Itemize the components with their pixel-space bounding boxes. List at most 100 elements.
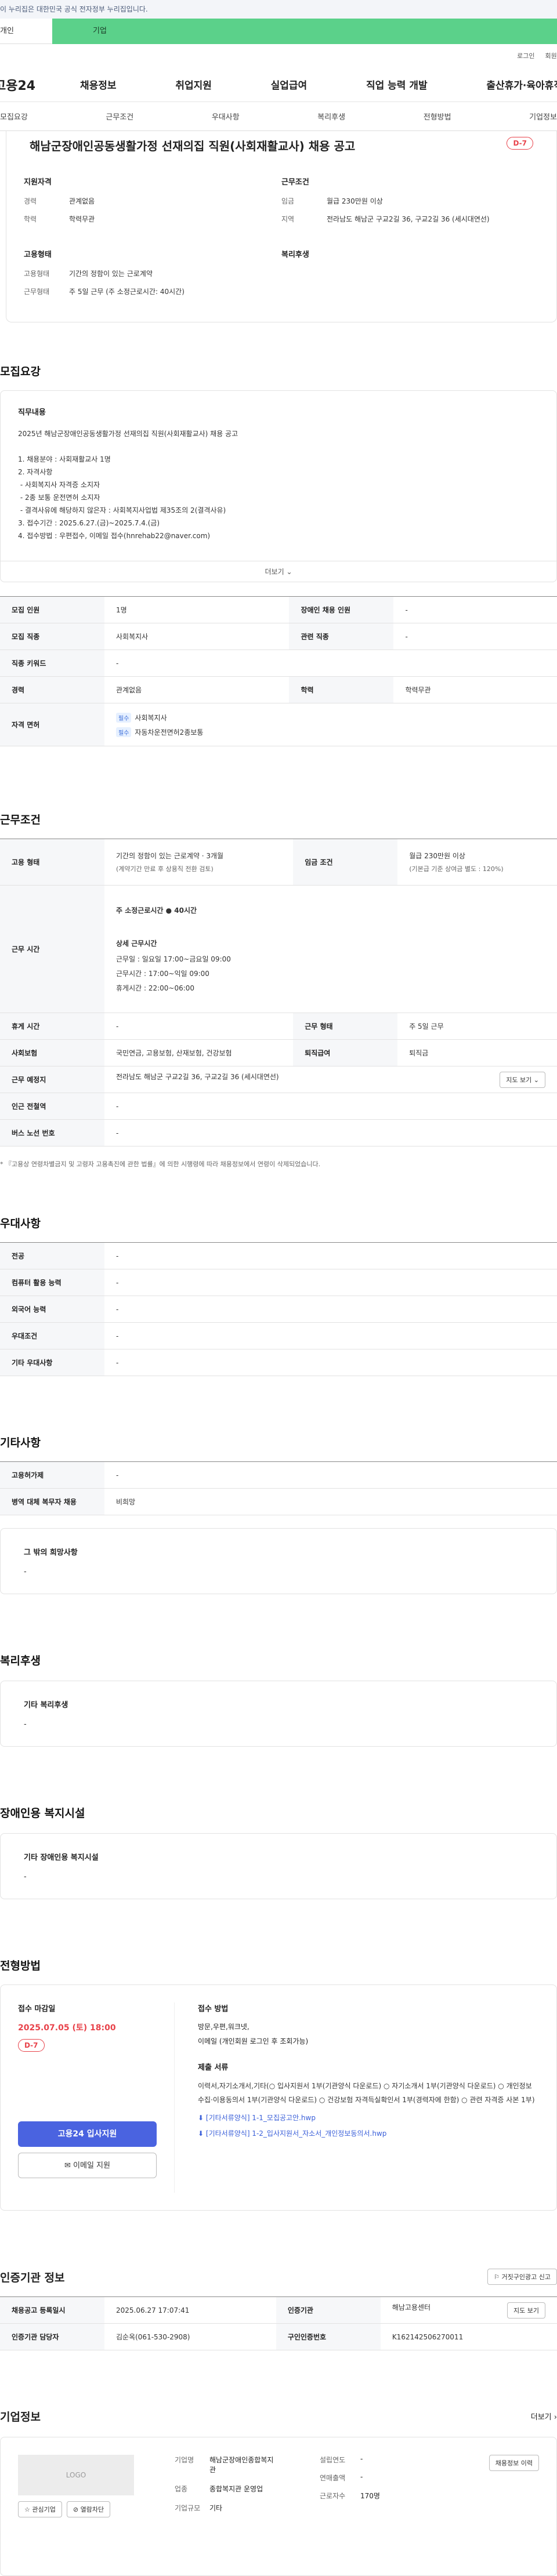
place-cell: 전라남도 해남군 구교2길 36, 구교2길 36 (세시대연선) 지도 보기 ⌄	[104, 1066, 557, 1093]
label: 자격 면허	[0, 703, 104, 746]
table-row: 근무 예정지 전라남도 해남군 구교2길 36, 구교2길 36 (세시대연선) 지…	[0, 1066, 557, 1093]
cert-table: 채용공고 등록일시 2025.06.27 17:07:41 인증기관 해남고용센터 지도…	[0, 2296, 557, 2350]
value: 학력무관	[69, 215, 95, 223]
anchor-company[interactable]: 기업정보	[529, 111, 557, 122]
label: 퇴직급여	[293, 1039, 398, 1066]
value: -	[393, 623, 557, 650]
label: 버스 노선 번호	[0, 1119, 104, 1146]
label: 연매출액	[320, 2474, 346, 2482]
value: -	[104, 1296, 557, 1323]
section-title-etc: 기타사항	[0, 1436, 41, 1449]
anchor-welfare[interactable]: 복리후생	[317, 111, 345, 122]
label: 모집 인원	[0, 596, 104, 623]
cond-heading: 근무조건	[281, 178, 309, 187]
favorite-label: 관심기업	[32, 2506, 56, 2513]
method-value: 방문,우편,워크넷,	[198, 2023, 249, 2031]
anchor-process[interactable]: 전형방법	[424, 111, 451, 122]
favorite-button[interactable]: ☆ 관심기업	[18, 2501, 62, 2517]
value: 국민연금, 고용보험, 산재보험, 건강보험	[104, 1039, 294, 1066]
tab-company[interactable]: 기업	[52, 19, 557, 44]
nav-jobs[interactable]: 채용정보	[80, 77, 117, 92]
label: 근무 형태	[293, 1013, 398, 1040]
value: 퇴직금	[397, 1039, 557, 1066]
table-row: 사회보험 국민연금, 고용보험, 산재보험, 건강보험 퇴직급여 퇴직금	[0, 1039, 557, 1066]
login-link[interactable]: 로그인	[517, 51, 534, 60]
table-row: 고용 형태 기간의 정함이 있는 근로계약 · 3개월 (계약기간 만료 후 상용직…	[0, 839, 557, 886]
value: 주 5일 근무	[397, 1013, 557, 1040]
welfare-heading: 복리후생	[281, 251, 309, 259]
recruit-history-button[interactable]: 채용정보 이력	[489, 2455, 539, 2471]
etc-box-heading: 그 밖의 희망사항	[24, 1548, 78, 1557]
label: 우대조건	[0, 1322, 104, 1349]
chevron-down-icon: ⌄	[286, 568, 292, 576]
company-more-link[interactable]: 더보기 ›	[531, 2411, 557, 2422]
signup-link[interactable]: 회원가입	[545, 51, 557, 60]
required-badge: 필수	[116, 727, 132, 737]
map-button[interactable]: 지도 보기 ⌄	[500, 1071, 545, 1088]
value: -	[104, 650, 557, 677]
label: 근무 예정지	[0, 1066, 104, 1093]
report-fake-button[interactable]: ⚐ 거짓구인광고 신고	[487, 2269, 557, 2285]
value: 관계없음	[69, 197, 95, 205]
block-button[interactable]: ⊘ 열람차단	[66, 2501, 111, 2517]
label: 업종	[175, 2485, 188, 2493]
label: 근무 시간	[0, 885, 104, 1013]
job-desc-text: 2025년 해남군장애인공동생활가정 선재의집 직원(사회재활교사) 채용 공고…	[18, 430, 238, 540]
more-button[interactable]: 더보기 ⌄	[1, 561, 556, 582]
qual-heading: 지원자격	[24, 178, 52, 187]
work-time-cell: 주 소정근로시간 ● 40시간 상세 근무시간 근무일 : 일요일 17:00~…	[104, 885, 557, 1013]
more-label: 더보기	[265, 568, 284, 576]
table-row: 전공 -	[0, 1242, 557, 1269]
file-link[interactable]: ⬇ [기타서류양식] 1-2_입사지원서_자소서_개인정보동의서.hwp	[198, 2128, 539, 2138]
label: 컴퓨터 활용 능력	[0, 1269, 104, 1296]
nav-leave[interactable]: 출산휴가·육아휴직	[486, 77, 557, 92]
value: -	[104, 1269, 557, 1296]
anchor-recruit[interactable]: 모집요강	[0, 111, 28, 122]
anchor-condition[interactable]: 근무조건	[106, 111, 133, 122]
table-row: 경력 관계없음 학력 학력무관	[0, 676, 557, 703]
site-logo[interactable]: 고용24	[0, 75, 58, 94]
file-link[interactable]: ⬇ [기타서류양식] 1-1_모집공고안.hwp	[198, 2113, 539, 2123]
value: 170명	[360, 2492, 380, 2500]
job-desc-heading: 직무내용	[18, 408, 46, 417]
nav-support[interactable]: 취업지원	[175, 77, 212, 92]
label: 직종 키워드	[0, 650, 104, 677]
value: -	[104, 1013, 294, 1040]
email-apply-label: 이메일 지원	[73, 2161, 110, 2170]
label: 기타 우대사항	[0, 1349, 104, 1376]
email-apply-button[interactable]: ✉ 이메일 지원	[18, 2153, 157, 2178]
value: 해남군장애인종합복지관	[209, 2456, 274, 2474]
section-anchors: 모집요강 근무조건 우대사항 복리후생 전형방법 기업정보	[0, 102, 557, 131]
chevron-right-icon: ›	[554, 2413, 557, 2422]
map-button[interactable]: 지도 보기	[507, 2302, 545, 2319]
value: 해남고용센터	[392, 2303, 431, 2312]
value: 기간의 정함이 있는 근로계약	[69, 270, 153, 278]
label: 설립연도	[320, 2456, 346, 2464]
license-name: 사회복지사	[135, 713, 167, 722]
tab-personal[interactable]: 개인	[0, 19, 52, 44]
disabled-box-value: -	[24, 1873, 27, 1881]
value: -	[393, 596, 557, 623]
nav-unemployment[interactable]: 실업급여	[271, 77, 308, 92]
anchor-preference[interactable]: 우대사항	[212, 111, 240, 122]
value: -	[104, 1093, 557, 1120]
label: 외국어 능력	[0, 1296, 104, 1323]
top-links: 로그인 회원가입	[0, 44, 557, 67]
disabled-box-heading: 기타 장애인용 복지시설	[24, 1853, 99, 1862]
table-row: 고용허가제 -	[0, 1461, 557, 1489]
job-title: 해남군장애인공동생활가정 선재의집 직원(사회재활교사) 채용 공고	[30, 139, 356, 153]
label: 고용형태	[24, 270, 50, 278]
method-value: 이메일 (개인회원 로그인 후 조회가능)	[198, 2037, 309, 2045]
license-cell: 필수 사회복지사 필수 자동차운전면허2종보통	[104, 703, 557, 746]
weekly-hours: 주 소정근로시간 ● 40시간	[116, 906, 197, 915]
value: -	[360, 2473, 363, 2481]
section-title-preference: 우대사항	[0, 1217, 41, 1230]
nav-training[interactable]: 직업 능력 개발	[366, 77, 428, 92]
section-title-company: 기업정보	[0, 2411, 41, 2423]
label: 임금	[281, 197, 295, 205]
apply-button[interactable]: 고용24 입사지원	[18, 2121, 157, 2147]
table-row: 모집 인원 1명 장애인 채용 인원 -	[0, 596, 557, 623]
label: 장애인 채용 인원	[289, 596, 394, 623]
job-desc-card: 직무내용 2025년 해남군장애인공동생활가정 선재의집 직원(사회재활교사) …	[0, 390, 557, 582]
value: -	[104, 1119, 557, 1146]
